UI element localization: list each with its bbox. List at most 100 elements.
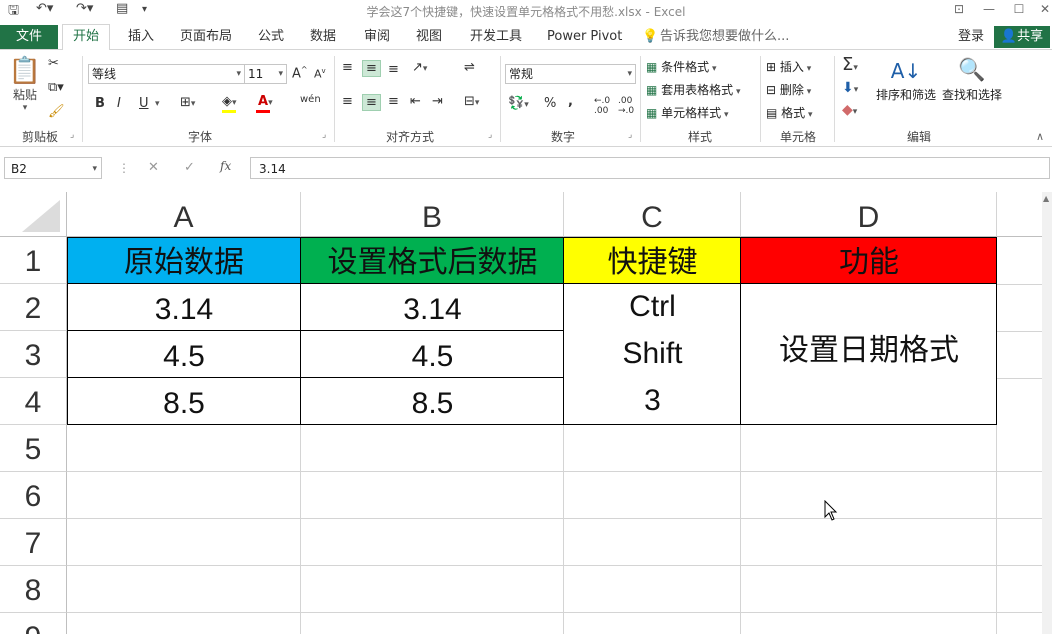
autosum-icon[interactable]: Σ▾ <box>842 54 858 75</box>
tab-power-pivot[interactable]: Power Pivot <box>543 25 626 49</box>
align-middle-icon[interactable]: ≡ <box>362 60 381 77</box>
cell-c1[interactable]: 快捷键 <box>564 237 741 284</box>
row-header-4[interactable]: 4 <box>0 378 67 425</box>
column-header-a[interactable]: A <box>67 192 301 237</box>
merge-center-icon[interactable]: ⊟▾ <box>464 94 479 109</box>
row-header-3[interactable]: 3 <box>0 331 67 378</box>
number-launcher-icon[interactable]: ⌟ <box>628 130 632 140</box>
copy-icon[interactable]: ⧉▾ <box>48 80 64 95</box>
tab-formulas[interactable]: 公式 <box>254 25 288 49</box>
align-left-icon[interactable]: ≡ <box>342 94 353 109</box>
formula-input[interactable]: 3.14 <box>250 157 1050 179</box>
row-header-6[interactable]: 6 <box>0 472 67 519</box>
increase-decimal-icon[interactable]: ←.0.00 <box>594 96 610 116</box>
cell-styles-button[interactable]: ▦ 单元格样式 ▾ <box>646 104 729 121</box>
tab-page-layout[interactable]: 页面布局 <box>176 25 236 49</box>
row-header-8[interactable]: 8 <box>0 566 67 613</box>
conditional-formatting-button[interactable]: ▦ 条件格式 ▾ <box>646 58 717 75</box>
fill-color-icon[interactable]: ◈▾ <box>222 94 237 109</box>
cell-a2[interactable]: 3.14 <box>67 284 301 331</box>
tab-insert[interactable]: 插入 <box>124 25 158 49</box>
alignment-group-label: 对齐方式 <box>385 130 434 144</box>
tab-review[interactable]: 审阅 <box>360 25 394 49</box>
row-header-1[interactable]: 1 <box>0 237 67 284</box>
comma-style-button[interactable]: , <box>568 94 573 109</box>
select-all-corner[interactable] <box>0 192 67 237</box>
column-header-b[interactable]: B <box>301 192 564 237</box>
row-header-5[interactable]: 5 <box>0 425 67 472</box>
format-cells-button[interactable]: ▤ 格式 ▾ <box>766 104 813 121</box>
font-color-icon[interactable]: A▾ <box>258 94 273 109</box>
row-header-2[interactable]: 2 <box>0 284 67 331</box>
row-header-7[interactable]: 7 <box>0 519 67 566</box>
cell-d1[interactable]: 功能 <box>741 237 997 284</box>
close-icon[interactable]: ✕ <box>1030 0 1052 20</box>
decrease-decimal-icon[interactable]: .00 →.0 <box>618 96 634 116</box>
clear-icon[interactable]: ◆▾ <box>842 102 857 118</box>
align-center-icon[interactable]: ≡ <box>362 94 381 111</box>
cell-b1[interactable]: 设置格式后数据 <box>301 237 564 284</box>
paste-button[interactable]: 📋 粘贴 ▾ <box>8 56 42 113</box>
borders-icon[interactable]: ⊞▾ <box>180 95 195 110</box>
tab-file[interactable]: 文件 <box>0 25 58 49</box>
format-as-table-button[interactable]: ▦ 套用表格格式 ▾ <box>646 81 741 98</box>
worksheet-grid[interactable]: A B C D 1 2 3 4 5 6 7 8 9 原始数据 设置格式后数据 快… <box>0 192 1052 634</box>
signin-link[interactable]: 登录 <box>954 25 988 49</box>
clipboard-launcher-icon[interactable]: ⌟ <box>70 130 74 140</box>
cell-b3[interactable]: 4.5 <box>301 331 564 378</box>
cell-d2-merged[interactable]: 设置日期格式 <box>741 284 997 425</box>
cell-c2-merged[interactable]: Ctrl Shift 3 <box>564 284 741 425</box>
cell-b2[interactable]: 3.14 <box>301 284 564 331</box>
underline-button[interactable]: U <box>139 96 149 111</box>
confirm-entry-icon[interactable]: ✓ <box>184 160 195 175</box>
font-name-select[interactable]: 等线 ▾ <box>88 64 245 84</box>
align-right-icon[interactable]: ≡ <box>388 94 399 109</box>
bold-button[interactable]: B <box>95 96 105 111</box>
decrease-indent-icon[interactable]: ⇤ <box>410 94 421 109</box>
cell-a3[interactable]: 4.5 <box>67 331 301 378</box>
underline-dropdown-icon[interactable]: ▾ <box>155 99 160 109</box>
cut-icon[interactable]: ✂ <box>48 56 59 71</box>
cancel-entry-icon[interactable]: ✕ <box>148 160 159 175</box>
cell-b4[interactable]: 8.5 <box>301 378 564 425</box>
tab-view[interactable]: 视图 <box>412 25 446 49</box>
percent-style-button[interactable]: % <box>544 96 556 111</box>
scroll-up-icon[interactable]: ▲ <box>1043 194 1049 203</box>
sort-filter-button[interactable]: A↓ 排序和筛选 <box>874 56 938 103</box>
orientation-icon[interactable]: ↗▾ <box>412 60 427 75</box>
insert-function-icon[interactable]: fx <box>220 159 231 173</box>
font-size-select[interactable]: 11 ▾ <box>244 64 287 84</box>
decrease-font-icon[interactable]: Av <box>314 67 326 81</box>
ribbon-options-icon[interactable]: ⊡ <box>944 0 974 20</box>
increase-indent-icon[interactable]: ⇥ <box>432 94 443 109</box>
format-painter-icon[interactable]: 🖌 <box>48 104 65 119</box>
column-header-d[interactable]: D <box>741 192 997 237</box>
find-select-button[interactable]: 🔍 查找和选择 <box>940 56 1004 103</box>
tell-me-search[interactable]: 告诉我您想要做什么... <box>656 25 793 49</box>
share-button[interactable]: 👤共享 <box>994 26 1050 48</box>
accounting-format-icon[interactable]: 💱▾ <box>508 96 529 111</box>
minimize-icon[interactable]: — <box>974 0 1004 20</box>
cell-a1[interactable]: 原始数据 <box>67 237 301 284</box>
align-bottom-icon[interactable]: ≡ <box>388 62 399 77</box>
fill-icon[interactable]: ⬇▾ <box>842 80 858 96</box>
name-box[interactable]: B2 ▾ <box>4 157 102 179</box>
wrap-text-icon[interactable]: ⇌ <box>464 60 475 75</box>
italic-button[interactable]: I <box>117 96 121 111</box>
row-header-9[interactable]: 9 <box>0 613 67 634</box>
insert-cells-button[interactable]: ⊞ 插入 ▾ <box>766 58 811 75</box>
font-launcher-icon[interactable]: ⌟ <box>322 130 326 140</box>
tab-home[interactable]: 开始 <box>62 24 110 51</box>
tab-data[interactable]: 数据 <box>306 25 340 49</box>
number-format-select[interactable]: 常规 ▾ <box>505 64 636 84</box>
vertical-scrollbar[interactable]: ▲ <box>1042 192 1052 634</box>
align-top-icon[interactable]: ≡ <box>342 60 353 75</box>
delete-cells-button[interactable]: ⊟ 删除 ▾ <box>766 81 811 98</box>
phonetic-icon[interactable]: wén <box>300 94 321 105</box>
tab-developer[interactable]: 开发工具 <box>466 25 526 49</box>
column-header-c[interactable]: C <box>564 192 741 237</box>
increase-font-icon[interactable]: A^ <box>292 65 308 81</box>
alignment-launcher-icon[interactable]: ⌟ <box>488 130 492 140</box>
collapse-ribbon-icon[interactable]: ∧ <box>1036 130 1044 143</box>
cell-a4[interactable]: 8.5 <box>67 378 301 425</box>
